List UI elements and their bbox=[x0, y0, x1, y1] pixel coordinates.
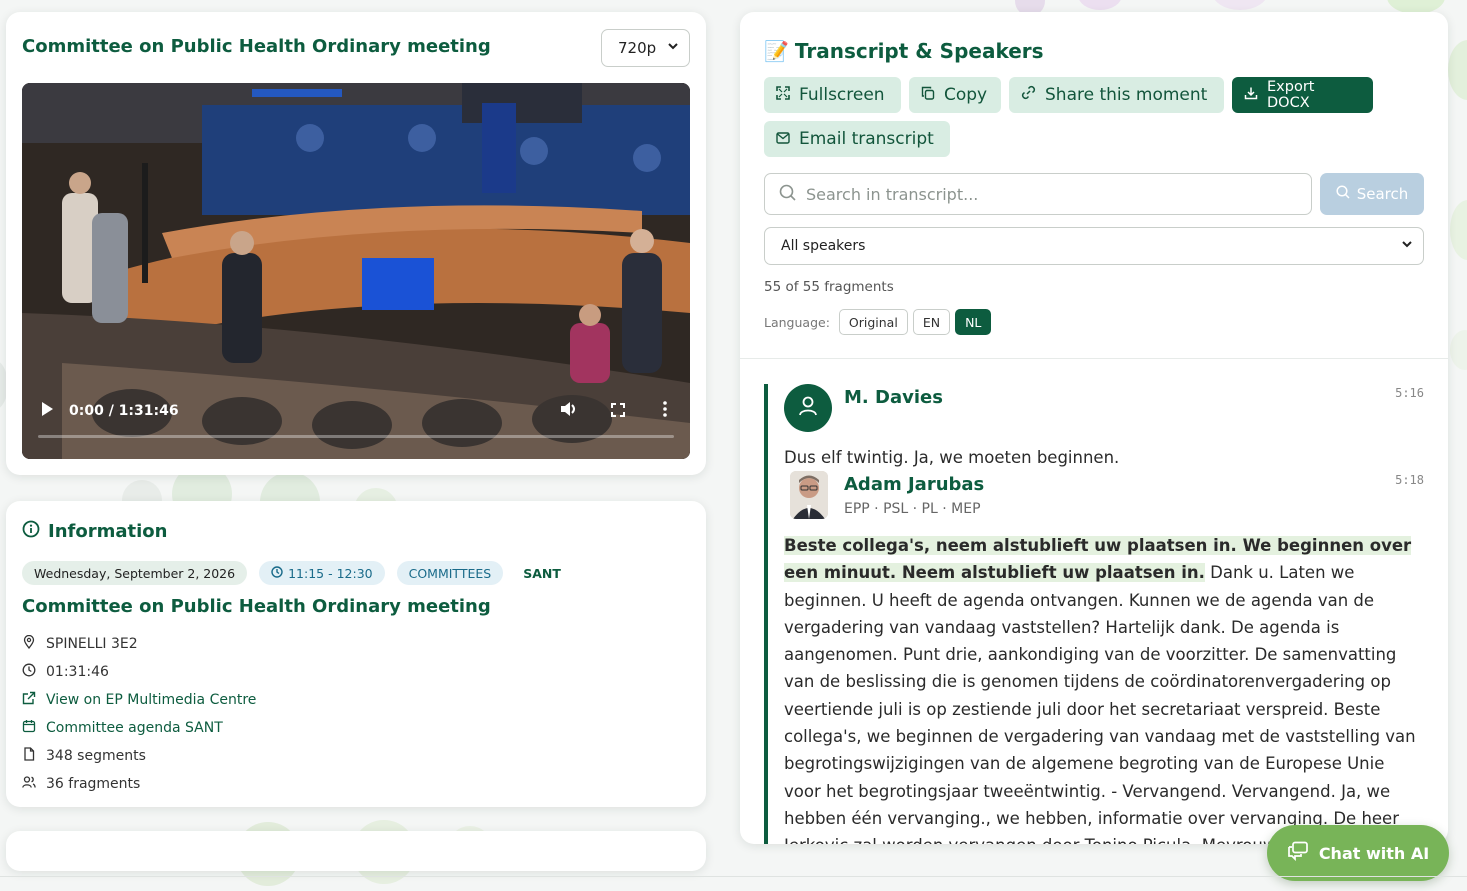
location-pin-icon bbox=[22, 634, 36, 653]
fragment-count: 55 of 55 fragments bbox=[764, 279, 894, 295]
footer-divider bbox=[0, 876, 1467, 877]
export-label: Export DOCX bbox=[1267, 79, 1315, 111]
fullscreen-label: Fullscreen bbox=[799, 85, 885, 105]
background-decoration bbox=[1078, 0, 1122, 10]
speaker-accent-bar bbox=[764, 384, 768, 844]
fragments-row: 36 fragments bbox=[22, 770, 256, 798]
transcript-heading: 📝 Transcript & Speakers bbox=[764, 39, 1044, 63]
background-decoration bbox=[1448, 40, 1467, 100]
agenda-link-text: Committee agenda SANT bbox=[46, 720, 223, 736]
chevron-down-icon bbox=[1401, 238, 1413, 253]
chat-icon bbox=[1287, 841, 1309, 865]
next-card-partial bbox=[6, 831, 706, 871]
duration-row: 01:31:46 bbox=[22, 658, 256, 686]
video-card: Committee on Public Health Ordinary meet… bbox=[6, 12, 706, 475]
language-option-original[interactable]: Original bbox=[838, 309, 908, 335]
information-heading-text: Information bbox=[48, 521, 168, 542]
speaker-affiliation: EPP · PSL · PL · MEP bbox=[844, 501, 981, 517]
chevron-down-icon bbox=[667, 40, 679, 55]
duration-text: 01:31:46 bbox=[46, 664, 109, 680]
search-icon bbox=[779, 184, 796, 205]
divider bbox=[740, 358, 1448, 359]
link-icon bbox=[1021, 85, 1036, 105]
external-link-icon bbox=[22, 691, 36, 709]
info-icon bbox=[22, 520, 40, 543]
committee-agenda-link[interactable]: Committee agenda SANT bbox=[22, 714, 256, 742]
background-decoration bbox=[1450, 200, 1467, 260]
segment-body-text: Dank u. Laten we beginnen. U heeft de ag… bbox=[784, 563, 1416, 844]
type-chip: COMMITTEES bbox=[396, 561, 504, 585]
search-icon bbox=[1336, 185, 1350, 203]
download-icon bbox=[1244, 86, 1258, 104]
transcript-title: Transcript & Speakers bbox=[794, 39, 1044, 63]
fragments-text: 36 fragments bbox=[46, 776, 141, 792]
users-icon bbox=[22, 775, 36, 793]
document-icon bbox=[22, 747, 36, 765]
fullscreen-button[interactable]: Fullscreen bbox=[764, 77, 901, 113]
room-row: SPINELLI 3E2 bbox=[22, 630, 256, 658]
transcript-search-input[interactable]: Search in transcript... bbox=[764, 173, 1312, 215]
video-progress-bar[interactable] bbox=[38, 435, 674, 438]
expand-icon bbox=[776, 85, 790, 105]
copy-label: Copy bbox=[944, 85, 988, 105]
background-decoration bbox=[1212, 0, 1268, 10]
clock-icon bbox=[22, 663, 36, 681]
search-placeholder: Search in transcript... bbox=[806, 184, 979, 204]
language-option-en[interactable]: EN bbox=[912, 309, 951, 335]
segment-text: Beste collega's, neem alstublieft uw pla… bbox=[784, 532, 1424, 844]
video-player[interactable]: 0:00 / 1:31:46 bbox=[22, 83, 690, 459]
mail-icon bbox=[776, 129, 790, 149]
language-switcher: Language: Original EN NL bbox=[764, 309, 992, 335]
clock-icon bbox=[271, 565, 283, 581]
speaker-name[interactable]: M. Davies bbox=[844, 387, 943, 408]
segments-text: 348 segments bbox=[46, 748, 146, 764]
multimedia-centre-link[interactable]: View on EP Multimedia Centre bbox=[22, 686, 256, 714]
room-text: SPINELLI 3E2 bbox=[46, 636, 138, 652]
speaker-filter-select[interactable]: All speakers bbox=[764, 227, 1424, 265]
chat-with-ai-button[interactable]: Chat with AI bbox=[1267, 825, 1449, 881]
search-button[interactable]: Search bbox=[1320, 173, 1424, 215]
time-range: 11:15 - 12:30 bbox=[288, 565, 373, 581]
language-label: Language: bbox=[764, 314, 830, 330]
copy-icon bbox=[921, 85, 935, 105]
multimedia-link-text: View on EP Multimedia Centre bbox=[46, 692, 257, 708]
information-heading: Information bbox=[22, 520, 167, 543]
time-chip: 11:15 - 12:30 bbox=[259, 561, 385, 585]
copy-button[interactable]: Copy bbox=[909, 77, 1001, 113]
export-docx-button[interactable]: Export DOCX bbox=[1232, 77, 1373, 113]
chat-label: Chat with AI bbox=[1318, 843, 1430, 863]
speaker-filter-value: All speakers bbox=[781, 238, 866, 254]
calendar-icon bbox=[22, 719, 36, 737]
information-card: Information Wednesday, September 2, 2026… bbox=[6, 501, 706, 807]
speaker-photo bbox=[790, 471, 828, 519]
transcript-card: 📝 Transcript & Speakers Fullscreen Copy … bbox=[740, 12, 1448, 844]
email-transcript-button[interactable]: Email transcript bbox=[764, 121, 950, 157]
video-title: Committee on Public Health Ordinary meet… bbox=[22, 36, 491, 57]
search-button-label: Search bbox=[1356, 185, 1409, 203]
avatar bbox=[784, 384, 832, 432]
speaker-name[interactable]: Adam Jarubas bbox=[844, 474, 984, 495]
meeting-title: Committee on Public Health Ordinary meet… bbox=[22, 596, 491, 617]
timestamp[interactable]: 5:18 bbox=[1395, 473, 1424, 487]
quality-value: 720p bbox=[618, 39, 657, 57]
meeting-meta-list: SPINELLI 3E2 01:31:46 View on EP Multime… bbox=[22, 630, 256, 798]
background-decoration bbox=[1450, 330, 1467, 370]
memo-icon: 📝 bbox=[764, 39, 789, 63]
share-label: Share this moment bbox=[1045, 85, 1208, 105]
committee-code: SANT bbox=[523, 565, 561, 581]
video-time: 0:00 / 1:31:46 bbox=[69, 403, 179, 419]
share-moment-button[interactable]: Share this moment bbox=[1009, 77, 1224, 113]
language-option-nl[interactable]: NL bbox=[955, 309, 992, 335]
email-label: Email transcript bbox=[799, 129, 934, 149]
timestamp[interactable]: 5:16 bbox=[1395, 386, 1424, 400]
quality-select[interactable]: 720p bbox=[601, 29, 690, 67]
date-chip: Wednesday, September 2, 2026 bbox=[22, 561, 248, 585]
user-icon bbox=[797, 395, 819, 421]
segments-row: 348 segments bbox=[22, 742, 256, 770]
meeting-chips: Wednesday, September 2, 2026 11:15 - 12:… bbox=[22, 561, 569, 585]
segment-text: Dus elf twintig. Ja, we moeten beginnen. bbox=[784, 448, 1120, 467]
